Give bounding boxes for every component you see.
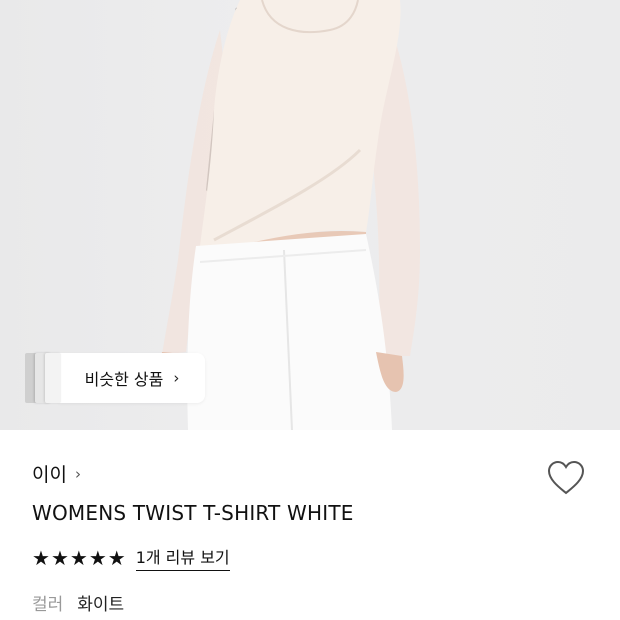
product-info: 이이 › WOMENS TWIST T-SHIRT WHITE ★ ★ ★ ★ … (32, 430, 620, 620)
product-title: WOMENS TWIST T-SHIRT WHITE (32, 501, 354, 525)
color-row: 컬러 화이트 (32, 590, 124, 615)
similar-products-button[interactable]: 비슷한 상품 › (25, 353, 205, 403)
star-filled-icon: ★ (50, 545, 69, 570)
thumbnail (45, 353, 61, 403)
similar-products-thumbnails (25, 353, 61, 403)
star-filled-icon: ★ (88, 545, 107, 570)
rating-stars: ★ ★ ★ ★ ★ (32, 548, 126, 568)
similar-products-label: 비슷한 상품 (84, 370, 164, 389)
star-filled-icon: ★ (69, 545, 88, 570)
review-link[interactable]: 1개 리뷰 보기 (135, 544, 230, 571)
wishlist-heart-icon[interactable] (546, 460, 586, 496)
chevron-right-icon: › (74, 464, 81, 483)
rating-row: ★ ★ ★ ★ ★ 1개 리뷰 보기 (32, 544, 230, 571)
color-label: 컬러 (32, 595, 64, 615)
star-filled-icon: ★ (32, 545, 50, 570)
color-value: 화이트 (77, 595, 125, 615)
similar-products-pill[interactable]: 비슷한 상품 › (59, 353, 205, 403)
chevron-right-icon: › (173, 369, 180, 387)
star-filled-icon: ★ (107, 545, 126, 570)
brand-name: 이이 (32, 464, 67, 486)
product-image[interactable]: 비슷한 상품 › (0, 0, 620, 430)
brand-link[interactable]: 이이 › (32, 460, 81, 487)
